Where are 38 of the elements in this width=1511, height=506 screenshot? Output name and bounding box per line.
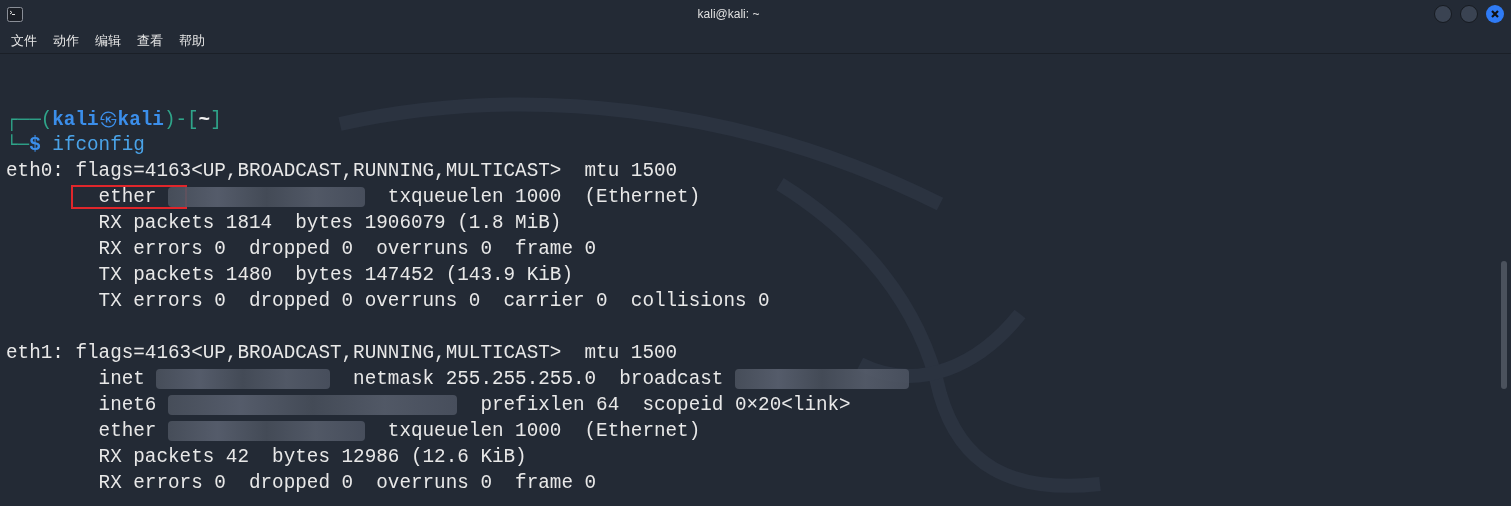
terminal-text: TX packets 1480 bytes 147452 (143.9 KiB)	[97, 264, 573, 286]
menu-item[interactable]: 文件	[11, 30, 37, 51]
terminal-text: prefixlen 64 scopeid 0×20<link>	[479, 394, 851, 416]
terminal-text: RX errors 0 dropped 0 overruns 0 frame 0	[97, 238, 597, 260]
terminal-text: RX errors 0 dropped 0 overruns 0 frame 0	[97, 472, 597, 494]
terminal-text: txqueuelen 1000 (Ethernet)	[386, 420, 701, 442]
terminal-text: ether	[97, 420, 158, 442]
prompt-sign: $	[29, 134, 41, 156]
prompt-user: kali	[52, 109, 99, 131]
terminal-text: eth0: flags=4163<UP,BROADCAST,RUNNING,MULTICAST> mtu 1500	[6, 160, 678, 182]
scrollbar[interactable]	[1501, 261, 1507, 389]
menu-item[interactable]: 动作	[53, 30, 79, 51]
prompt-directory: ~	[198, 109, 211, 131]
minimize-button[interactable]	[1434, 5, 1452, 23]
prompt-symbol: ㉿	[98, 107, 118, 130]
terminal-text: netmask 255.255.255.0 broadcast	[352, 368, 725, 390]
terminal-text: inet6	[97, 394, 158, 416]
prompt-frame: └─	[6, 134, 30, 156]
window-title: kali@kali: ~	[697, 6, 760, 23]
prompt-frame: ]	[210, 109, 222, 131]
terminal-text: TX errors 0 dropped 0 overruns 0 carrier 0 collisions 0	[97, 290, 770, 312]
terminal-text: inet	[97, 368, 146, 390]
prompt-frame: ┌──(	[6, 109, 53, 131]
terminal-text: ether	[6, 186, 168, 208]
terminal-icon	[7, 6, 23, 22]
terminal-text: eth1: flags=4163<UP,BROADCAST,RUNNING,MULTICAST> mtu 1500	[6, 342, 678, 364]
menu-item[interactable]: 查看	[137, 30, 163, 51]
maximize-button[interactable]	[1460, 5, 1478, 23]
close-button[interactable]	[1486, 5, 1504, 23]
prompt-user: kali	[117, 109, 164, 131]
menu-item[interactable]: 帮助	[179, 30, 205, 51]
close-icon	[1490, 9, 1500, 19]
terminal-text: RX packets 42 bytes 12986 (12.6 KiB)	[97, 446, 527, 468]
menu-item[interactable]: 编辑	[95, 30, 121, 51]
terminal-text: RX packets 1814 bytes 1906079 (1.8 MiB)	[97, 212, 562, 234]
command-text: ifconfig	[51, 134, 145, 156]
prompt-frame: )-[	[163, 109, 199, 131]
terminal-text: txqueuelen 1000 (Ethernet)	[386, 186, 701, 208]
